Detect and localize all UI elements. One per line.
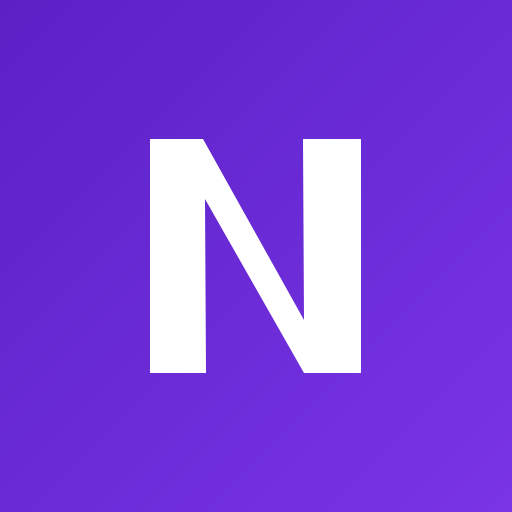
letter-n-shape (150, 139, 361, 373)
app-icon (0, 0, 512, 512)
letter-n-logo-icon (150, 139, 361, 373)
